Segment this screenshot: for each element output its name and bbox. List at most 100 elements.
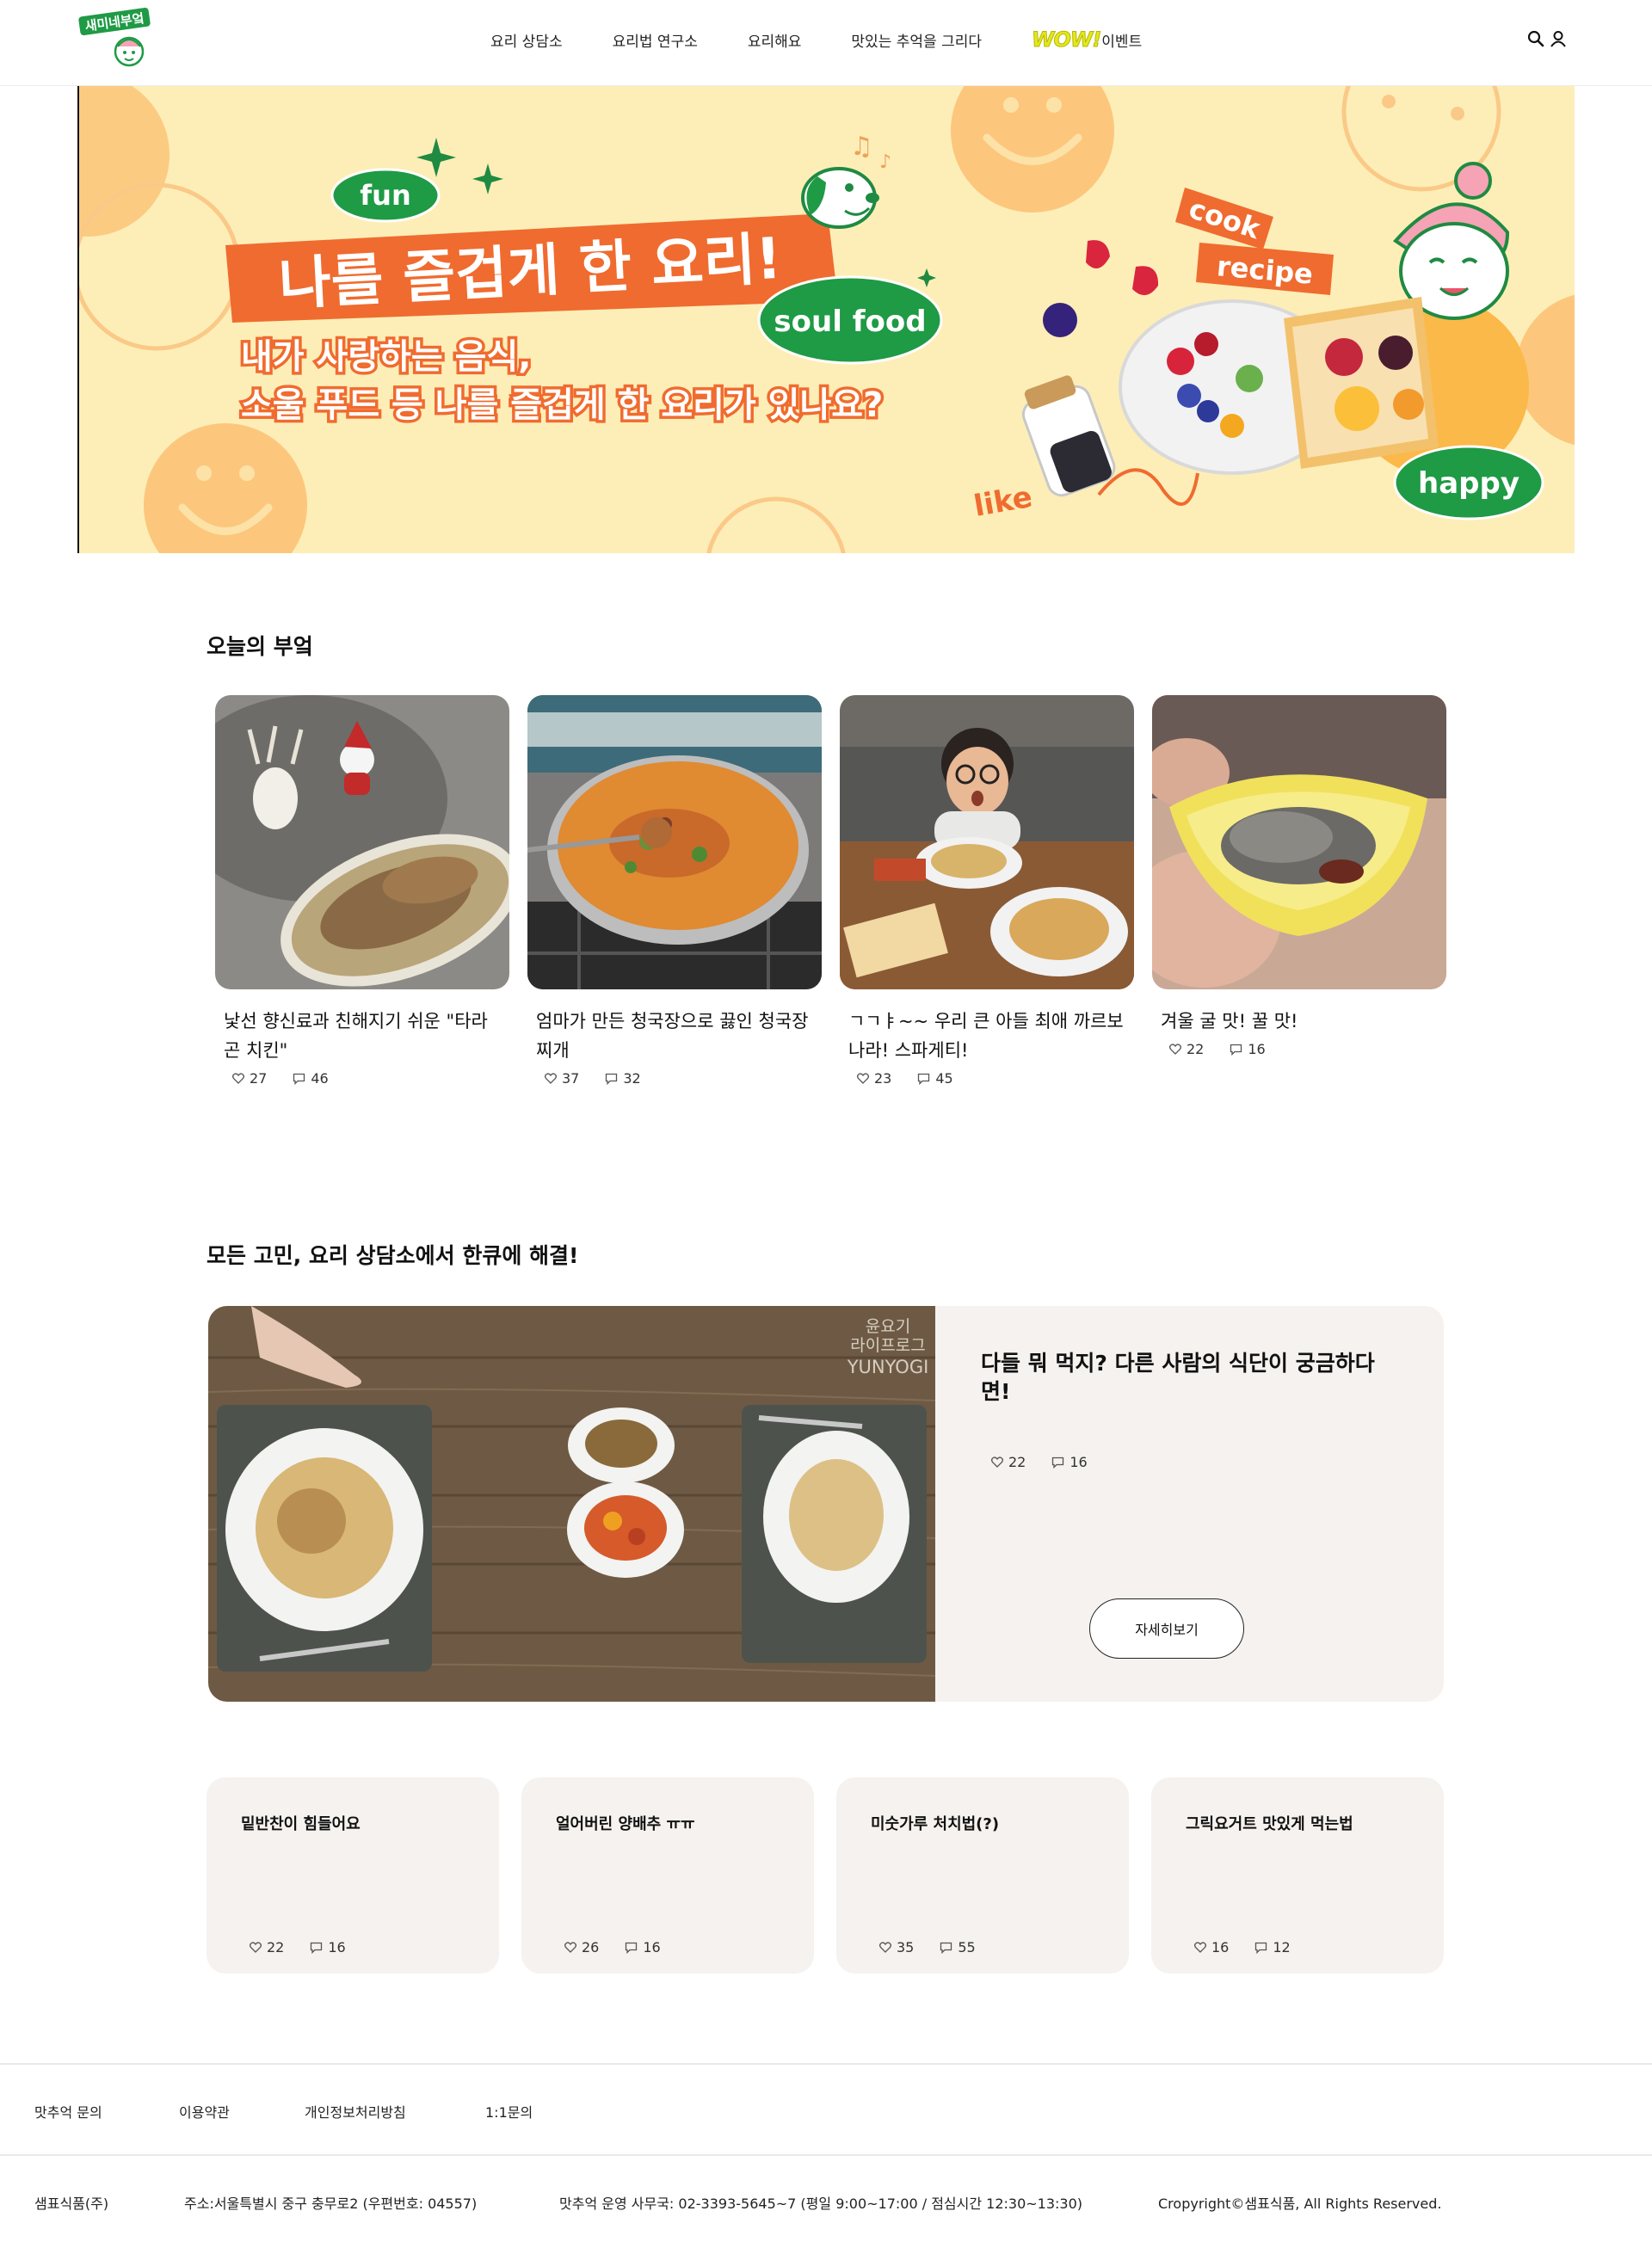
nav-event-label: 이벤트 (1101, 34, 1143, 51)
question-stats: 35 55 (879, 1939, 1002, 1955)
card-stats: 27 46 (232, 1070, 509, 1087)
footer-link-terms[interactable]: 이용약관 (179, 2101, 230, 2122)
comment-count-value: 12 (1273, 1939, 1291, 1955)
question-card[interactable]: 밑반찬이 힘들어요 22 16 (206, 1777, 499, 1974)
strawberry-icon (1043, 240, 1159, 337)
comment-count[interactable]: 16 (625, 1939, 661, 1955)
like-count[interactable]: 22 (1169, 1041, 1204, 1057)
nav-cooking-consult[interactable]: 요리 상담소 (490, 29, 563, 51)
card-title[interactable]: 엄마가 만든 청국장으로 끓인 청국장찌개 (536, 1007, 811, 1065)
nav-event[interactable]: WOW! 이벤트 (1031, 28, 1143, 52)
footer-copyright: Cropyright©샘표식품, All Rights Reserved. (1158, 2196, 1442, 2212)
smiley-face-icon (951, 86, 1114, 212)
card-photo[interactable] (1152, 695, 1446, 989)
today-card[interactable]: ㄱㄱㅑ~~ 우리 큰 아들 최애 까르보나라! 스파게티! 23 45 (840, 695, 1134, 1087)
heart-icon (991, 1457, 1003, 1468)
comment-count[interactable]: 16 (1230, 1041, 1266, 1057)
featured-consult-card[interactable]: 윤요기 라이프로그 YUNYOGI 다들 뭐 먹지? 다른 사람의 식단이 궁금… (208, 1306, 1444, 1702)
like-count[interactable]: 27 (232, 1070, 267, 1087)
nav-recipe-lab[interactable]: 요리법 연구소 (613, 29, 698, 51)
card-photo[interactable] (215, 695, 509, 989)
site-logo[interactable]: 새미네부엌 (77, 7, 157, 69)
comment-count[interactable]: 16 (1051, 1454, 1088, 1470)
dog-character-icon (801, 167, 879, 229)
banner-tag-fun: fun (360, 179, 410, 212)
like-count[interactable]: 22 (250, 1939, 284, 1955)
today-card[interactable]: 겨울 굴 맛! 꿀 맛! 22 16 (1152, 695, 1446, 1057)
comment-icon (311, 1942, 323, 1954)
comment-count-value: 45 (935, 1070, 953, 1087)
question-card[interactable]: 미숫가루 처치법(?) 35 55 (836, 1777, 1129, 1974)
footer-link-inquiry[interactable]: 1:1문의 (485, 2101, 533, 2122)
comment-count[interactable]: 55 (940, 1939, 976, 1955)
heart-icon (1194, 1942, 1206, 1953)
featured-title[interactable]: 다들 뭐 먹지? 다른 사람의 식단이 궁금하다면! (981, 1349, 1402, 1406)
like-count[interactable]: 16 (1194, 1939, 1229, 1955)
question-card[interactable]: 얼어버린 양배추 ㅠㅠ 26 16 (521, 1777, 814, 1974)
comment-count[interactable]: 32 (605, 1070, 641, 1087)
like-count-value: 26 (582, 1939, 600, 1955)
user-icon[interactable] (1547, 28, 1569, 50)
comment-icon (918, 1073, 930, 1085)
like-count[interactable]: 26 (564, 1939, 599, 1955)
consult-section-title: 모든 고민, 요리 상담소에서 한큐에 해결! (206, 1243, 579, 1268)
main-nav: 요리 상담소 요리법 연구소 요리해요 맛있는 추억을 그리다 WOW! 이벤트 (490, 28, 1142, 52)
footer-link-privacy[interactable]: 개인정보처리방침 (305, 2101, 406, 2122)
nav-lets-cook[interactable]: 요리해요 (748, 29, 802, 51)
like-count[interactable]: 22 (991, 1454, 1026, 1470)
smiley-face-icon (144, 423, 307, 553)
comment-count-value: 32 (623, 1070, 641, 1087)
question-card[interactable]: 그릭요거트 맛있게 먹는법 16 12 (1151, 1777, 1444, 1974)
footer-office: 맛추억 운영 사무국: 02-3393-5645~7 (평일 9:00~17:0… (559, 2196, 1083, 2212)
heart-icon (1169, 1044, 1181, 1055)
today-card[interactable]: 낯선 향신료과 친해지기 쉬운 "타라곤 치킨" 27 46 (215, 695, 509, 1087)
featured-stats: 22 16 (991, 1454, 1113, 1470)
search-icon[interactable] (1525, 28, 1547, 50)
heart-icon (857, 1073, 869, 1084)
footer-link-contact[interactable]: 맛추억 문의 (34, 2101, 102, 2122)
featured-photo[interactable]: 윤요기 라이프로그 YUNYOGI (208, 1306, 935, 1702)
footer-divider (0, 2063, 1652, 2065)
comment-icon (940, 1942, 952, 1954)
question-title[interactable]: 얼어버린 양배추 ㅠㅠ (556, 1812, 695, 1834)
banner-sub-line1: 내가 사랑하는 음식, (241, 337, 531, 377)
music-note-icon: ♪ (879, 151, 891, 173)
site-header: 새미네부엌 요리 상담소 요리법 연구소 요리해요 맛있는 추억을 그리다 WO… (0, 0, 1652, 86)
heart-icon (232, 1073, 244, 1084)
comment-count[interactable]: 16 (310, 1939, 346, 1955)
question-title[interactable]: 미숫가루 처치법(?) (871, 1812, 999, 1834)
comment-count-value: 55 (958, 1939, 976, 1955)
question-stats: 16 12 (1194, 1939, 1316, 1955)
like-count-value: 16 (1211, 1939, 1230, 1955)
nav-tasty-memories[interactable]: 맛있는 추억을 그리다 (851, 29, 982, 51)
card-stats: 22 16 (1169, 1041, 1446, 1057)
heart-icon (564, 1942, 576, 1953)
question-title[interactable]: 그릭요거트 맛있게 먹는법 (1186, 1812, 1353, 1834)
today-card[interactable]: 엄마가 만든 청국장으로 끓인 청국장찌개 37 32 (527, 695, 822, 1087)
question-stats: 22 16 (250, 1939, 372, 1955)
footer-company: 샘표식품(주) (34, 2196, 109, 2212)
card-photo[interactable] (840, 695, 1134, 989)
comment-count[interactable]: 46 (293, 1070, 329, 1087)
question-title[interactable]: 밑반찬이 힘들어요 (241, 1812, 361, 1834)
like-count[interactable]: 37 (545, 1070, 579, 1087)
like-count[interactable]: 35 (879, 1939, 914, 1955)
hero-banner[interactable]: fun 나를 즐겁게 한 요리! soul food 내가 사랑하는 음식, 소… (77, 86, 1575, 553)
comment-count-value: 46 (311, 1070, 329, 1087)
question-stats: 26 16 (564, 1939, 687, 1955)
like-count-value: 37 (562, 1070, 580, 1087)
card-title[interactable]: ㄱㄱㅑ~~ 우리 큰 아들 최애 까르보나라! 스파게티! (848, 1007, 1124, 1065)
comment-icon (1052, 1457, 1064, 1469)
like-count-value: 27 (250, 1070, 268, 1087)
like-count[interactable]: 23 (857, 1070, 891, 1087)
food-plate-illustration (1119, 297, 1439, 475)
comment-count[interactable]: 45 (917, 1070, 953, 1087)
heart-icon (879, 1942, 891, 1953)
comment-count-value: 16 (1248, 1041, 1266, 1057)
header-icons (1525, 28, 1569, 50)
card-photo[interactable] (527, 695, 822, 989)
card-title[interactable]: 낯선 향신료과 친해지기 쉬운 "타라곤 치킨" (224, 1007, 499, 1065)
card-title[interactable]: 겨울 굴 맛! 꿀 맛! (1161, 1007, 1436, 1036)
view-details-button[interactable]: 자세히보기 (1089, 1598, 1244, 1659)
comment-count[interactable]: 12 (1254, 1939, 1291, 1955)
